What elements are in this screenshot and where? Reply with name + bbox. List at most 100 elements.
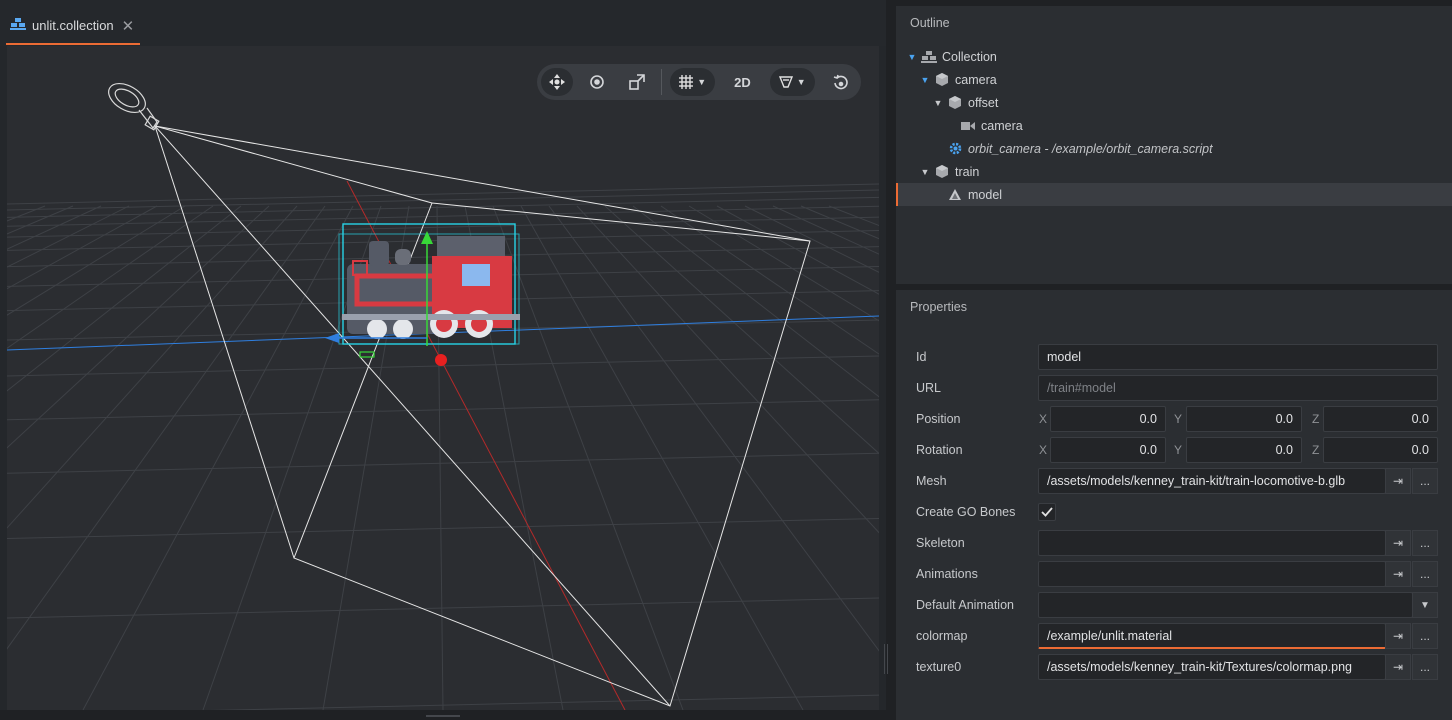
toolbar-separator [661, 69, 662, 95]
gameobject-icon [947, 96, 963, 110]
animations-label: Animations [916, 567, 978, 581]
grid-line [604, 205, 879, 455]
grid-line [7, 205, 158, 290]
3d-viewport[interactable]: ▼ 2D ▼ [7, 46, 879, 710]
outline-item-label: camera [955, 72, 997, 87]
outline-item-camera-go[interactable]: ▼ camera [896, 68, 1452, 91]
texture0-label: texture0 [916, 660, 962, 674]
outline-item-train[interactable]: ▼ train [896, 160, 1452, 183]
mesh-label: Mesh [916, 474, 947, 488]
position-y-field[interactable]: 0.0 [1186, 406, 1302, 432]
collection-icon [10, 18, 26, 33]
position-x-field[interactable]: 0.0 [1050, 406, 1166, 432]
colormap-browse-button[interactable]: ... [1412, 623, 1438, 649]
id-field[interactable]: model [1038, 344, 1438, 370]
chevron-down-icon: ▼ [1420, 599, 1430, 611]
grid-line [7, 517, 879, 539]
animations-goto-button[interactable]: ⇥ [1385, 561, 1411, 587]
outline-item-label: train [955, 164, 980, 179]
expand-arrow-icon[interactable]: ▼ [933, 98, 943, 108]
default-animation-label: Default Animation [916, 598, 1014, 612]
expand-arrow-icon[interactable]: ▼ [920, 75, 930, 85]
close-icon[interactable]: ✕ [122, 17, 135, 35]
grid-line [7, 399, 879, 421]
position-z-field[interactable]: 0.0 [1323, 406, 1438, 432]
skeleton-label: Skeleton [916, 536, 965, 550]
default-animation-select[interactable] [1038, 592, 1413, 618]
grid-toggle-button[interactable]: ▼ [669, 68, 716, 96]
colormap-field[interactable]: /example/unlit.material [1038, 623, 1386, 649]
outline-item-orbit-camera-script[interactable]: orbit_camera - /example/orbit_camera.scr… [896, 137, 1452, 160]
properties-panel: Properties Id model URL /train#model Pos… [896, 290, 1452, 720]
scene-editor: unlit.collection ✕ ▼ 2D ▼ [0, 0, 886, 720]
grid-line [828, 205, 879, 227]
camera-gizmo-icon [108, 82, 160, 131]
rotation-y-axis-label: Y [1174, 443, 1183, 457]
animations-field[interactable] [1038, 561, 1386, 587]
editor-resize-handle[interactable] [0, 710, 886, 720]
rotation-z-axis-label: Z [1312, 443, 1320, 457]
grid-line [7, 205, 298, 529]
scene-view[interactable] [7, 46, 879, 710]
panel-splitter[interactable] [884, 644, 888, 674]
outline-item-label: model [968, 187, 1003, 202]
outline-title: Outline [910, 16, 950, 30]
outline-item-label: offset [968, 95, 999, 110]
mesh-field[interactable]: /assets/models/kenney_train-kit/train-lo… [1038, 468, 1386, 494]
properties-title: Properties [910, 300, 967, 314]
chevron-down-icon: ▼ [796, 77, 806, 87]
outline-item-camera-component[interactable]: camera [896, 114, 1452, 137]
grid-line [7, 205, 186, 316]
grid-line [7, 205, 130, 268]
outline-item-model[interactable]: model [896, 183, 1452, 206]
grid-line [548, 205, 879, 652]
outline-item-label: orbit_camera - /example/orbit_camera.scr… [968, 141, 1213, 156]
outline-item-label: camera [981, 118, 1023, 133]
url-field[interactable]: /train#model [1038, 375, 1438, 401]
texture0-goto-button[interactable]: ⇥ [1385, 654, 1411, 680]
skeleton-field[interactable] [1038, 530, 1386, 556]
expand-arrow-icon[interactable]: ▼ [907, 52, 917, 62]
texture0-browse-button[interactable]: ... [1412, 654, 1438, 680]
visibility-filter-icon [778, 75, 793, 89]
create-go-bones-label: Create GO Bones [916, 505, 1016, 519]
outline-item-collection[interactable]: ▼ Collection [896, 45, 1452, 68]
rotation-z-field[interactable]: 0.0 [1323, 437, 1438, 463]
rotation-y-field[interactable]: 0.0 [1186, 437, 1302, 463]
mesh-browse-button[interactable]: ... [1412, 468, 1438, 494]
rotation-label: Rotation [916, 443, 963, 457]
skeleton-goto-button[interactable]: ⇥ [1385, 530, 1411, 556]
colormap-goto-button[interactable]: ⇥ [1385, 623, 1411, 649]
tab-unlit-collection[interactable]: unlit.collection ✕ [6, 8, 141, 45]
expand-arrow-icon[interactable]: ▼ [920, 167, 930, 177]
gameobject-icon [934, 165, 950, 179]
camera-reset-icon [833, 74, 849, 90]
texture0-field[interactable]: /assets/models/kenney_train-kit/Textures… [1038, 654, 1386, 680]
outline-item-label: Collection [942, 49, 997, 64]
mode-2d-button[interactable]: 2D [725, 68, 759, 96]
move-icon [549, 74, 565, 90]
default-animation-dropdown[interactable]: ▼ [1412, 592, 1438, 618]
checkmark-icon [1041, 505, 1053, 520]
mesh-goto-button[interactable]: ⇥ [1385, 468, 1411, 494]
skeleton-browse-button[interactable]: ... [1412, 530, 1438, 556]
scale-tool-button[interactable] [621, 68, 653, 96]
outline-item-offset[interactable]: ▼ offset [896, 91, 1452, 114]
outline-panel: Outline ▼ Collection ▼ camera ▼ offset c… [896, 6, 1452, 284]
collection-icon [921, 50, 937, 64]
model-icon [947, 188, 963, 202]
position-y-axis-label: Y [1174, 412, 1183, 426]
grid-icon [679, 75, 694, 89]
rotation-x-field[interactable]: 0.0 [1050, 437, 1166, 463]
animations-browse-button[interactable]: ... [1412, 561, 1438, 587]
create-go-bones-checkbox[interactable] [1038, 503, 1056, 521]
rotation-x-axis-label: X [1039, 443, 1048, 457]
move-tool-button[interactable] [541, 68, 573, 96]
visibility-filter-button[interactable]: ▼ [769, 68, 815, 96]
rotate-tool-button[interactable] [581, 68, 613, 96]
position-z-axis-label: Z [1312, 412, 1320, 426]
camera-reset-button[interactable] [825, 68, 857, 96]
id-label: Id [916, 350, 927, 364]
chevron-down-icon: ▼ [697, 77, 707, 87]
grid-line [7, 183, 879, 205]
